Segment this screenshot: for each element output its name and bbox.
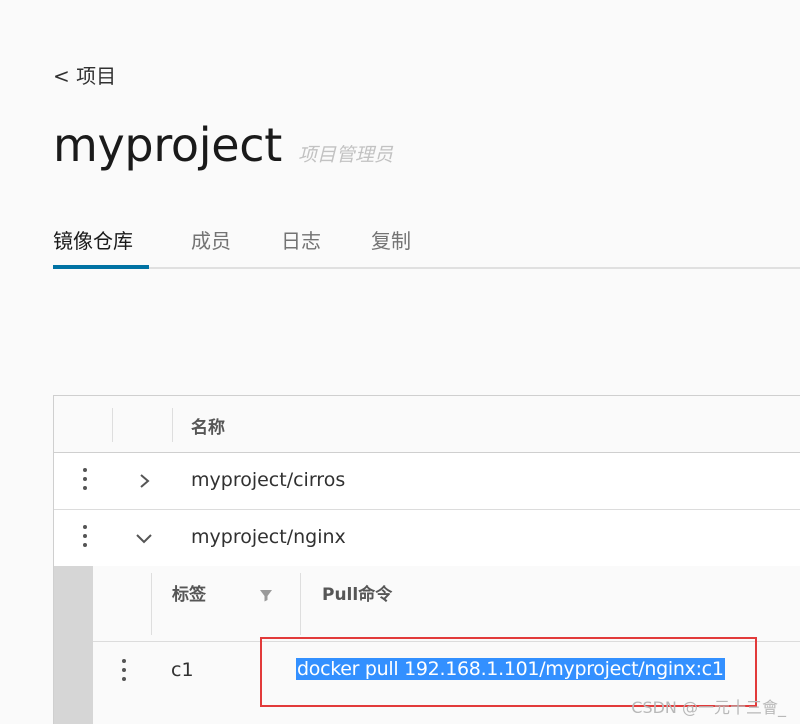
page-title: myproject: [53, 118, 282, 172]
column-separator: [112, 408, 113, 442]
project-tabs: 镜像仓库 成员 日志 复制: [53, 222, 800, 269]
filter-icon[interactable]: [257, 586, 275, 604]
tags-header: 标签 Pull命令: [93, 566, 800, 642]
table-row: myproject/nginx: [54, 510, 800, 567]
page-title-row: myproject 项目管理员: [53, 118, 393, 172]
row-actions-icon[interactable]: [80, 525, 90, 551]
table-row: myproject/cirros: [54, 453, 800, 510]
watermark: CSDN @一元十三會_: [631, 698, 786, 717]
repository-datagrid: 名称 myproject/cirros myproject/nginx 标签 P…: [53, 395, 800, 724]
chevron-down-icon[interactable]: [134, 526, 154, 550]
pull-command-text[interactable]: docker pull 192.168.1.101/myproject/ngin…: [296, 658, 725, 680]
repository-name[interactable]: myproject/nginx: [191, 526, 346, 548]
column-header-pull-command[interactable]: Pull命令: [322, 580, 392, 605]
tab-logs[interactable]: 日志: [281, 222, 329, 267]
tag-name[interactable]: c1: [171, 659, 194, 681]
row-actions-icon[interactable]: [80, 468, 90, 494]
column-header-tag[interactable]: 标签: [172, 580, 206, 605]
row-actions-icon[interactable]: [119, 659, 129, 685]
datagrid-header: 名称: [54, 396, 800, 453]
tab-replication[interactable]: 复制: [371, 222, 419, 267]
back-to-projects-link[interactable]: < 项目: [53, 60, 116, 89]
column-separator: [300, 573, 301, 635]
repository-name[interactable]: myproject/cirros: [191, 469, 345, 491]
harbor-project-page: < 项目 myproject 项目管理员 镜像仓库 成员 日志 复制 名称 my…: [0, 0, 800, 724]
column-separator: [172, 408, 173, 442]
tab-members[interactable]: 成员: [191, 222, 239, 267]
chevron-right-icon[interactable]: [134, 469, 154, 493]
project-role-label: 项目管理员: [298, 144, 394, 166]
tab-repositories[interactable]: 镜像仓库: [53, 222, 149, 269]
column-separator: [151, 573, 152, 635]
column-header-name[interactable]: 名称: [191, 413, 225, 438]
